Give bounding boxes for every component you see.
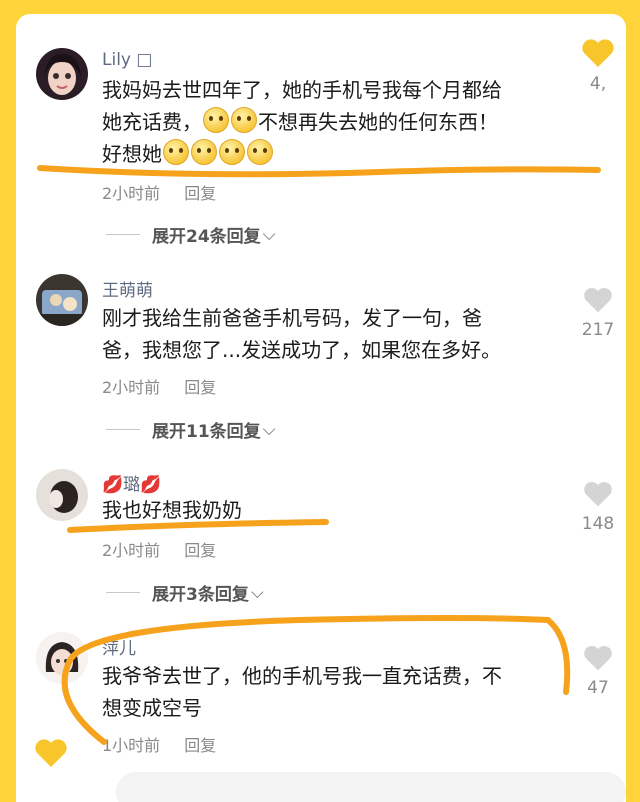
commenter-name-text: 璐 [123,475,141,495]
lips-emoji-icon: 💋 [102,475,124,495]
comment-text-line: 我妈妈去世四年了，她的手机号我每个月都给 [102,78,502,102]
divider [106,234,140,235]
heart-icon [582,39,614,67]
pleading-emoji-icon [163,139,189,165]
timestamp: 1小时前 [102,736,161,755]
expand-replies-label: 展开11条回复 [152,422,261,442]
expand-replies-label: 展开24条回复 [152,227,261,247]
comment-meta: 2小时前 回复 [102,537,216,561]
comment-text-line: 我也好想我奶奶 [102,498,242,522]
divider [106,592,140,593]
commenter-name-text: Lily [102,50,131,70]
pleading-emoji-icon [203,107,229,133]
comment-input-bar[interactable] [116,772,626,802]
comment-list: Lily □ 我妈妈去世四年了，她的手机号我每个月都给 她充话费， 不想再失去她的… [16,14,626,802]
avatar[interactable] [36,274,88,326]
pleading-emoji-icon [219,139,245,165]
comment-meta: 1小时前 回复 [102,732,216,756]
chevron-down-icon: ⌵ [262,419,276,440]
commenter-name[interactable]: 王萌萌 [102,276,153,301]
divider [106,429,140,430]
heart-icon [584,646,612,671]
heart-icon [584,288,612,313]
reply-button[interactable]: 回复 [184,541,216,560]
reply-button[interactable]: 回复 [184,736,216,755]
expand-replies-label: 展开3条回复 [152,585,249,605]
reply-button[interactable]: 回复 [184,184,216,203]
comment-text: 我也好想我奶奶 [102,494,557,526]
like-button[interactable]: 217 [576,286,620,340]
avatar[interactable] [36,632,88,684]
comment-text: 我妈妈去世四年了，她的手机号我每个月都给 她充话费， 不想再失去她的任何东西！ 好… [102,74,557,170]
commenter-name[interactable]: 萍儿 [102,634,136,659]
like-count: 148 [581,514,615,534]
like-count: 47 [587,678,609,698]
like-button[interactable]: 4, [576,38,620,94]
like-count: 4, [589,74,607,94]
comment-text-line: 好想她 [102,138,557,170]
comment-text-fragment: 不想再失去她的任何东西！ [258,110,498,134]
chevron-down-icon: ⌵ [262,224,276,245]
heart-icon [584,482,612,507]
like-button[interactable]: 148 [576,480,620,534]
lips-emoji-icon: 💋 [140,475,162,495]
commenter-name[interactable]: 💋璐💋 [102,470,161,495]
chevron-down-icon: ⌵ [250,582,264,603]
like-button[interactable]: 47 [576,644,620,698]
avatar[interactable] [36,48,88,100]
comment-text-line: 想变成空号 [102,696,202,720]
comment-meta: 2小时前 回复 [102,374,216,398]
avatar-photo-icon [36,469,88,521]
comment-text-line: 刚才我给生前爸爸手机号码，发了一句，爸 [102,306,482,330]
expand-replies-button[interactable]: 展开3条回复 ⌵ [106,580,264,605]
name-badge: □ [136,50,153,70]
expand-replies-button[interactable]: 展开24条回复 ⌵ [106,222,276,247]
reply-button[interactable]: 回复 [184,378,216,397]
comment-text: 我爷爷去世了，他的手机号我一直充话费，不 想变成空号 [102,660,557,724]
avatar-photo-icon [36,274,88,326]
avatar-illustration-icon [36,48,88,100]
like-count: 217 [581,320,615,340]
timestamp: 2小时前 [102,378,161,397]
timestamp: 2小时前 [102,184,161,203]
comment-text-line: 她充话费， 不想再失去她的任何东西！ [102,106,557,138]
pleading-emoji-icon [247,139,273,165]
comment-meta: 2小时前 回复 [102,180,216,204]
comment-text-fragment: 好想她 [102,142,162,166]
pleading-emoji-icon [231,107,257,133]
comment-text: 刚才我给生前爸爸手机号码，发了一句，爸 爸，我想您了...发送成功了，如果您在多… [102,302,557,366]
heart-icon[interactable] [34,738,68,768]
avatar[interactable] [36,469,88,521]
timestamp: 2小时前 [102,541,161,560]
pleading-emoji-icon [191,139,217,165]
expand-replies-button[interactable]: 展开11条回复 ⌵ [106,417,276,442]
avatar-illustration-icon [36,632,88,684]
comment-text-fragment: 她充话费， [102,110,202,134]
comment-text-line: 爸，我想您了...发送成功了，如果您在多好。 [102,338,502,362]
commenter-name[interactable]: Lily □ [102,50,152,70]
comment-text-line: 我爷爷去世了，他的手机号我一直充话费，不 [102,664,502,688]
